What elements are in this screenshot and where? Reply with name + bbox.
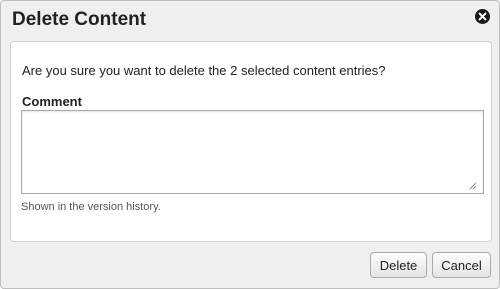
comment-hint: Shown in the version history. xyxy=(21,201,161,213)
comment-label: Comment xyxy=(22,94,82,109)
dialog-title: Delete Content xyxy=(12,9,147,30)
confirmation-message: Are you sure you want to delete the 2 se… xyxy=(22,63,386,78)
dialog-content: Are you sure you want to delete the 2 se… xyxy=(10,41,492,242)
dialog-titlebar: Delete Content xyxy=(1,1,499,39)
delete-content-dialog: Delete Content Are you sure you want to … xyxy=(0,0,500,289)
close-icon[interactable] xyxy=(475,9,490,24)
delete-button[interactable]: Delete xyxy=(370,252,427,278)
comment-textarea[interactable] xyxy=(21,110,484,194)
cancel-button[interactable]: Cancel xyxy=(432,252,491,278)
